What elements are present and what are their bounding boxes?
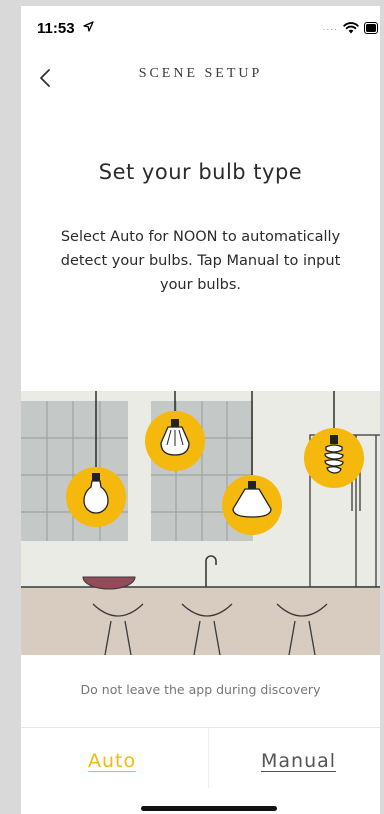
button-divider bbox=[208, 728, 209, 788]
window-frame-right bbox=[380, 0, 384, 814]
page-title: SCENE SETUP bbox=[138, 66, 263, 81]
discovery-notice: Do not leave the app during discovery bbox=[80, 682, 321, 697]
bulb-flood-illustration bbox=[222, 475, 282, 535]
status-bar: 11:53 .... bbox=[21, 6, 380, 50]
wifi-icon bbox=[343, 22, 359, 34]
kitchen-illustration bbox=[21, 391, 380, 655]
location-arrow-icon bbox=[83, 21, 94, 32]
bulb-spiral-illustration bbox=[304, 428, 364, 488]
screen: 11:53 .... SCENE SETUP Set your bulb typ… bbox=[0, 0, 384, 814]
app-content: 11:53 .... SCENE SETUP Set your bulb typ… bbox=[21, 6, 380, 814]
main-description: Select Auto for NOON to automatically de… bbox=[60, 229, 341, 293]
auto-button[interactable]: Auto bbox=[88, 750, 136, 772]
main-heading: Set your bulb type bbox=[98, 160, 303, 184]
status-icons: .... bbox=[323, 22, 378, 34]
bulb-classic-illustration bbox=[66, 467, 126, 527]
window-frame-left bbox=[0, 0, 21, 814]
bulb-led-illustration bbox=[145, 411, 205, 471]
home-indicator bbox=[141, 806, 277, 811]
manual-button[interactable]: Manual bbox=[261, 750, 336, 772]
signal-dots-icon: .... bbox=[322, 23, 338, 33]
status-time: 11:53 bbox=[37, 20, 75, 37]
battery-icon bbox=[364, 22, 378, 34]
footer-divider bbox=[21, 727, 380, 728]
